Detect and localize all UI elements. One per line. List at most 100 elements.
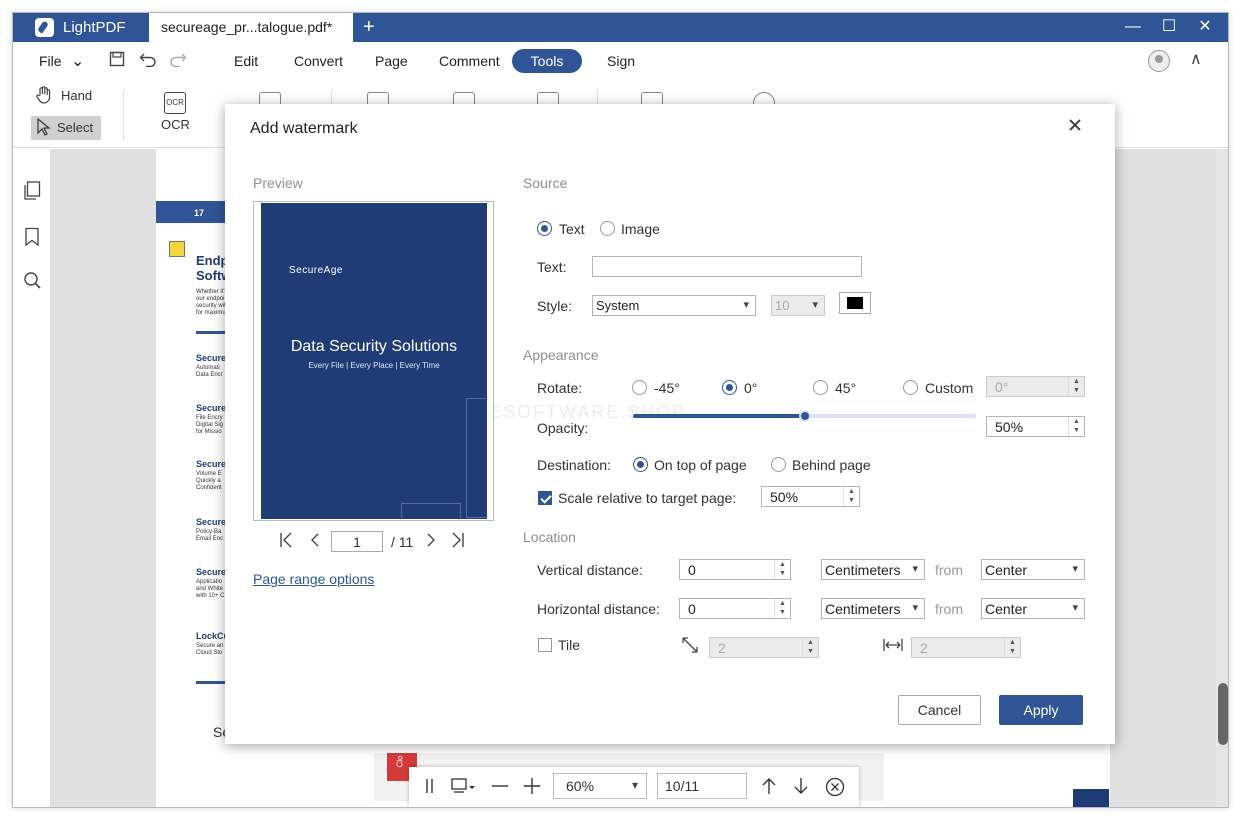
vertical-unit-select[interactable]: Centimeters bbox=[821, 559, 925, 580]
ocr-icon: OCR bbox=[164, 92, 186, 114]
tile-checkbox[interactable] bbox=[538, 638, 552, 652]
save-icon[interactable] bbox=[109, 51, 125, 72]
rotate-0-radio[interactable] bbox=[722, 380, 737, 395]
close-window-button[interactable]: ✕ bbox=[1187, 15, 1223, 39]
menu-sign[interactable]: Sign bbox=[607, 53, 635, 69]
page-number-input[interactable]: 10/11 bbox=[657, 773, 747, 799]
app-window: LightPDF secureage_pr...talogue.pdf* + —… bbox=[12, 12, 1229, 808]
scale-spinner[interactable]: ▲ ▼ bbox=[843, 487, 859, 506]
hand-tool-button[interactable]: Hand bbox=[35, 86, 92, 104]
rotate-custom-radio[interactable] bbox=[903, 380, 918, 395]
close-dialog-icon[interactable] bbox=[1067, 116, 1083, 139]
tile-horizontal-spacing-icon bbox=[883, 637, 903, 657]
tile-cols-spinner: ▲ ▼ bbox=[1004, 638, 1020, 657]
redo-icon[interactable] bbox=[169, 51, 187, 72]
undo-icon[interactable] bbox=[139, 51, 157, 72]
menu-bar: File ⌄ Edit Convert Page Comment Tools S… bbox=[13, 42, 1228, 80]
user-avatar-icon[interactable] bbox=[1148, 50, 1170, 72]
maximize-button[interactable]: ☐ bbox=[1151, 15, 1187, 39]
menu-convert[interactable]: Convert bbox=[294, 53, 343, 69]
destination-behind-label: Behind page bbox=[792, 457, 871, 473]
menu-edit[interactable]: Edit bbox=[234, 53, 258, 69]
vertical-anchor-select[interactable]: Center bbox=[981, 559, 1085, 580]
page-range-options-link[interactable]: Page range options bbox=[253, 571, 374, 587]
last-page-icon[interactable] bbox=[451, 531, 465, 554]
bookmark-icon[interactable] bbox=[23, 227, 41, 247]
scale-relative-checkbox[interactable] bbox=[538, 491, 552, 505]
menu-tools[interactable]: Tools bbox=[512, 49, 582, 73]
vertical-distance-spinner[interactable]: ▲ ▼ bbox=[774, 560, 790, 579]
select-tool-button[interactable]: Select bbox=[31, 116, 101, 140]
menu-page[interactable]: Page bbox=[375, 53, 408, 69]
horizontal-anchor-select[interactable]: Center bbox=[981, 598, 1085, 619]
custom-angle-value: 0° bbox=[995, 379, 1009, 395]
horizontal-unit-select[interactable]: Centimeters bbox=[821, 598, 925, 619]
vertical-distance-input[interactable]: 0 ▲ ▼ bbox=[679, 559, 791, 580]
menu-file[interactable]: File bbox=[39, 53, 62, 69]
opacity-slider-thumb[interactable] bbox=[798, 410, 811, 422]
opacity-value-input[interactable]: 50% ▲ ▼ bbox=[986, 416, 1085, 437]
rotate-45-label: 45° bbox=[835, 380, 857, 396]
file-chevron-down-icon[interactable]: ⌄ bbox=[71, 51, 84, 71]
new-tab-button[interactable]: + bbox=[363, 16, 375, 39]
ocr-button[interactable]: OCR OCR bbox=[161, 92, 190, 132]
opacity-slider[interactable] bbox=[633, 410, 976, 422]
cancel-button[interactable]: Cancel bbox=[898, 695, 981, 725]
preview-page-input[interactable]: 1 bbox=[331, 531, 383, 552]
page-layout-icon[interactable] bbox=[451, 777, 477, 800]
hand-icon bbox=[35, 86, 53, 109]
source-image-radio[interactable] bbox=[600, 221, 615, 236]
zoom-out-icon[interactable] bbox=[491, 777, 509, 800]
horizontal-distance-input[interactable]: 0 ▲ ▼ bbox=[679, 598, 791, 619]
opacity-spinner[interactable]: ▲ ▼ bbox=[1068, 417, 1084, 436]
vertical-scrollbar[interactable] bbox=[1216, 149, 1228, 807]
doc-section-text: File Encry Digital Sig for Missio bbox=[196, 415, 224, 435]
doc-section-text: Policy-Ba Email Enc bbox=[196, 529, 224, 542]
first-page-icon[interactable] bbox=[279, 531, 293, 554]
vertical-distance-value: 0 bbox=[688, 562, 696, 578]
font-select[interactable]: System bbox=[592, 295, 756, 316]
destination-behind-radio[interactable] bbox=[771, 457, 786, 472]
scrollbar-thumb[interactable] bbox=[1218, 683, 1228, 745]
scale-relative-label: Scale relative to target page: bbox=[558, 490, 737, 506]
destination-on-top-label: On top of page bbox=[654, 457, 747, 473]
source-image-label: Image bbox=[621, 221, 660, 237]
opacity-label: Opacity: bbox=[537, 420, 589, 436]
watermark-text-input[interactable] bbox=[592, 256, 862, 277]
next-page-arrow-icon[interactable] bbox=[793, 777, 809, 800]
apply-button[interactable]: Apply bbox=[999, 695, 1083, 725]
next-page-icon[interactable] bbox=[425, 531, 437, 554]
custom-angle-spinner: ▲ ▼ bbox=[1068, 377, 1084, 396]
destination-on-top-radio[interactable] bbox=[633, 457, 648, 472]
rotate-minus45-label: -45° bbox=[654, 380, 680, 396]
horizontal-distance-spinner[interactable]: ▲ ▼ bbox=[774, 599, 790, 618]
zoom-toolbar: 60% 10/11 bbox=[409, 767, 859, 807]
previous-page-arrow-icon[interactable] bbox=[761, 777, 777, 800]
preview-cover-title: Data Security Solutions bbox=[290, 338, 458, 355]
text-color-picker[interactable] bbox=[839, 292, 871, 314]
source-text-radio[interactable] bbox=[537, 221, 552, 236]
split-view-icon[interactable] bbox=[425, 777, 435, 800]
doc-corner-block bbox=[1073, 789, 1109, 807]
opacity-slider-fill bbox=[633, 414, 805, 418]
opacity-value: 50% bbox=[995, 419, 1024, 435]
font-size-select: 10 bbox=[771, 295, 825, 316]
rotate-minus45-radio[interactable] bbox=[632, 380, 647, 395]
close-zoombar-icon[interactable] bbox=[825, 777, 845, 802]
sticky-note-icon[interactable] bbox=[169, 241, 185, 257]
horizontal-distance-label: Horizontal distance: bbox=[537, 601, 660, 617]
search-icon[interactable] bbox=[23, 271, 41, 291]
select-tool-label: Select bbox=[57, 120, 94, 135]
zoom-in-icon[interactable] bbox=[523, 777, 541, 800]
doc-section-text: Volume E Quickly a Confident bbox=[196, 471, 222, 491]
document-tab[interactable]: secureage_pr...talogue.pdf* bbox=[149, 13, 353, 42]
pages-thumbnail-icon[interactable] bbox=[23, 181, 41, 201]
menu-comment[interactable]: Comment bbox=[439, 53, 500, 69]
minimize-button[interactable]: — bbox=[1115, 15, 1151, 39]
rotate-label: Rotate: bbox=[537, 380, 583, 396]
zoom-level-select[interactable]: 60% bbox=[553, 773, 647, 799]
scale-value-input[interactable]: 50% ▲ ▼ bbox=[761, 486, 860, 507]
collapse-ribbon-icon[interactable]: ∧ bbox=[1190, 49, 1202, 69]
rotate-45-radio[interactable] bbox=[813, 380, 828, 395]
previous-page-icon[interactable] bbox=[309, 531, 321, 554]
